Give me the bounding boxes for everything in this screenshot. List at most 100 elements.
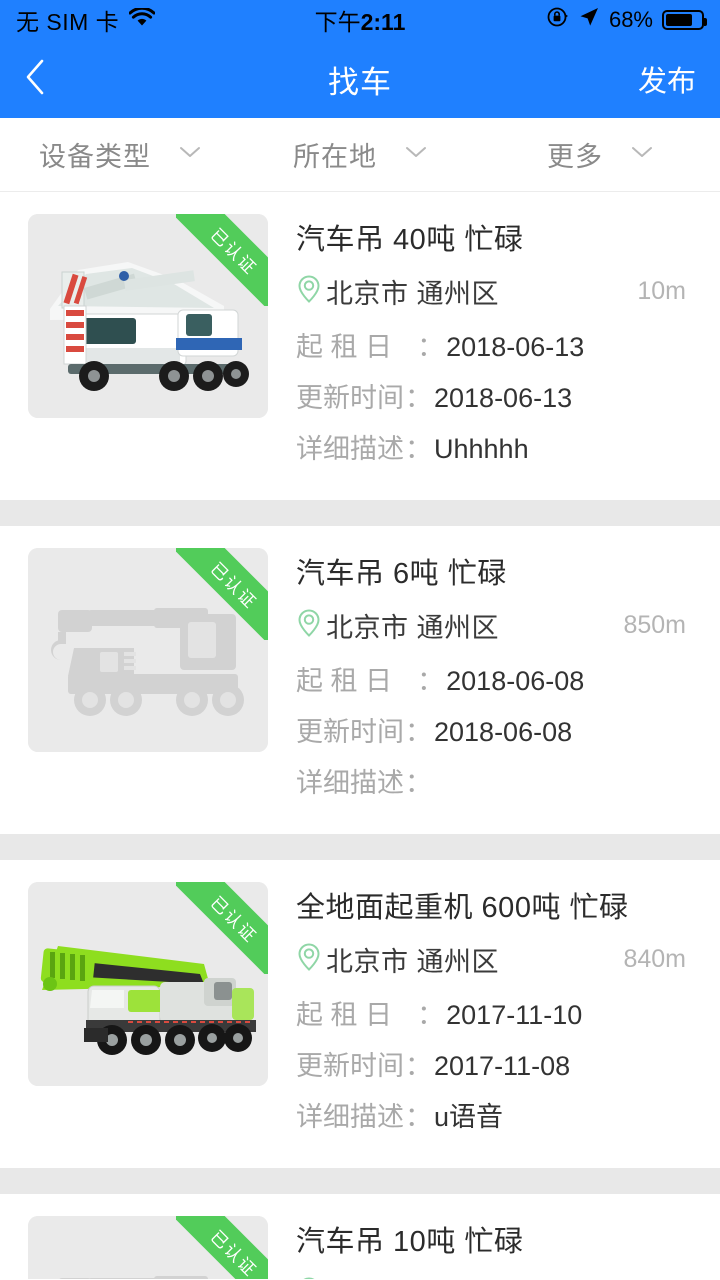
update-time-colon: ： bbox=[405, 717, 432, 747]
rent-date-row: 起 租 日 ： 2017-11-10 bbox=[296, 993, 696, 1032]
rent-date-value: 2017-11-10 bbox=[446, 1000, 583, 1030]
status-bar-right: 68% bbox=[547, 6, 707, 34]
listing-info: 汽车吊 40吨 忙碌 北京市 通州区 10m 起 租 日 ： 2018-06-1… bbox=[296, 214, 696, 478]
listing-location-line: 北京市 通州区 850m bbox=[296, 606, 696, 645]
chevron-left-icon bbox=[24, 57, 46, 102]
rent-date-colon: ： bbox=[417, 332, 445, 362]
clock-ampm: 下午 bbox=[314, 9, 361, 35]
list-separator bbox=[0, 834, 720, 860]
listing-thumbnail[interactable]: 已认证 bbox=[28, 1216, 268, 1279]
crane-photo-green bbox=[28, 882, 268, 1086]
listing-location-line: 北京市 通州区 10m bbox=[296, 272, 696, 311]
listing-thumbnail[interactable]: 已认证 bbox=[28, 214, 268, 478]
rent-date-colon: ： bbox=[417, 1000, 445, 1030]
listing-distance: 840m bbox=[623, 945, 686, 973]
update-time-label: 更新时间 bbox=[296, 1051, 404, 1081]
status-bar: 无 SIM 卡 下午2:11 68% bbox=[0, 0, 720, 40]
battery-icon bbox=[662, 10, 707, 30]
chevron-down-icon bbox=[179, 145, 201, 164]
description-colon: ： bbox=[405, 434, 432, 464]
chevron-down-icon bbox=[631, 145, 653, 164]
filter-location[interactable]: 所在地 bbox=[240, 135, 480, 174]
location-pin-icon bbox=[296, 608, 322, 643]
rent-date-row: 起 租 日 ： 2018-06-13 bbox=[296, 325, 696, 364]
publish-button[interactable]: 发布 bbox=[638, 58, 696, 100]
update-time-value: 2017-11-08 bbox=[434, 1051, 571, 1081]
description-value: Uhhhhh bbox=[434, 434, 529, 464]
listing-title: 汽车吊 10吨 忙碌 bbox=[296, 1226, 524, 1258]
list-item[interactable]: 已认证 全地面起重机 600吨 忙碌 北京市 通州区 840m 起 租 日 ： … bbox=[0, 860, 720, 1168]
rotation-lock-icon bbox=[547, 6, 569, 34]
update-time-row: 更新时间 ： 2018-06-08 bbox=[296, 710, 696, 749]
app-screen: 无 SIM 卡 下午2:11 68% 找车 发布 设备类型 所在地 更多 已认证… bbox=[0, 0, 720, 1280]
update-time-colon: ： bbox=[405, 383, 432, 413]
rent-date-label: 起 租 日 bbox=[296, 332, 393, 362]
rent-date-label: 起 租 日 bbox=[296, 1000, 393, 1030]
list-separator bbox=[0, 1168, 720, 1194]
clock-time: 2:11 bbox=[360, 9, 406, 35]
filter-equipment-type-label: 设备类型 bbox=[39, 142, 151, 172]
listing-info: 汽车吊 10吨 忙碌 北京市 通州区 bbox=[296, 1216, 696, 1279]
update-time-label: 更新时间 bbox=[296, 717, 404, 747]
listing-info: 全地面起重机 600吨 忙碌 北京市 通州区 840m 起 租 日 ： 2017… bbox=[296, 882, 696, 1146]
description-row: 详细描述 ： u语音 bbox=[296, 1095, 696, 1134]
nav-bar: 找车 发布 bbox=[0, 40, 720, 118]
location-pin-icon bbox=[296, 274, 322, 309]
location-pin-icon bbox=[296, 942, 322, 977]
battery-percent-label: 68% bbox=[608, 7, 653, 32]
description-label: 详细描述 bbox=[296, 434, 404, 464]
listing-location: 北京市 通州区 bbox=[326, 279, 500, 309]
description-value: u语音 bbox=[434, 1102, 504, 1132]
crane-placeholder-gray bbox=[28, 1216, 268, 1279]
update-time-row: 更新时间 ： 2018-06-13 bbox=[296, 376, 696, 415]
listing-list[interactable]: 已认证 汽车吊 40吨 忙碌 北京市 通州区 10m 起 租 日 ： 2018-… bbox=[0, 192, 720, 1279]
listing-location: 北京市 通州区 bbox=[326, 613, 500, 643]
chevron-down-icon bbox=[405, 145, 427, 164]
filter-more[interactable]: 更多 bbox=[480, 135, 720, 174]
carrier-label: 无 SIM 卡 bbox=[16, 9, 120, 35]
listing-location: 北京市 通州区 bbox=[326, 947, 500, 977]
description-label: 详细描述 bbox=[296, 1102, 404, 1132]
rent-date-colon: ： bbox=[417, 666, 445, 696]
listing-title: 汽车吊 40吨 忙碌 bbox=[296, 224, 524, 256]
update-time-row: 更新时间 ： 2017-11-08 bbox=[296, 1044, 696, 1083]
rent-date-row: 起 租 日 ： 2018-06-08 bbox=[296, 659, 696, 698]
status-bar-left: 无 SIM 卡 bbox=[16, 3, 156, 37]
update-time-value: 2018-06-13 bbox=[434, 383, 573, 413]
wifi-icon bbox=[128, 6, 156, 34]
listing-location: 北京市 通州区 bbox=[326, 1274, 499, 1279]
update-time-label: 更新时间 bbox=[296, 383, 404, 413]
listing-title: 全地面起重机 600吨 忙碌 bbox=[296, 892, 629, 924]
filter-location-label: 所在地 bbox=[293, 142, 377, 172]
listing-info: 汽车吊 6吨 忙碌 北京市 通州区 850m 起 租 日 ： 2018-06-0… bbox=[296, 548, 696, 812]
filter-equipment-type[interactable]: 设备类型 bbox=[0, 135, 240, 174]
rent-date-value: 2018-06-08 bbox=[446, 666, 585, 696]
listing-location-line: 北京市 通州区 840m bbox=[296, 940, 696, 979]
crane-photo-white bbox=[28, 214, 268, 418]
back-button[interactable] bbox=[24, 56, 64, 102]
description-row: 详细描述 ： Uhhhhh bbox=[296, 427, 696, 466]
listing-thumbnail[interactable]: 已认证 bbox=[28, 882, 268, 1146]
update-time-value: 2018-06-08 bbox=[434, 717, 573, 747]
list-item[interactable]: 已认证 汽车吊 40吨 忙碌 北京市 通州区 10m 起 租 日 ： 2018-… bbox=[0, 192, 720, 500]
listing-location-line: 北京市 通州区 bbox=[296, 1274, 696, 1279]
list-item[interactable]: 已认证 汽车吊 6吨 忙碌 北京市 通州区 850m 起 租 日 ： 2018-… bbox=[0, 526, 720, 834]
description-colon: ： bbox=[405, 1102, 432, 1132]
rent-date-value: 2018-06-13 bbox=[446, 332, 585, 362]
page-title: 找车 bbox=[328, 64, 392, 100]
location-pin-icon bbox=[296, 1276, 322, 1279]
description-row: 详细描述 ： bbox=[296, 761, 696, 800]
description-label: 详细描述 bbox=[296, 768, 404, 798]
rent-date-label: 起 租 日 bbox=[296, 666, 393, 696]
listing-title: 汽车吊 6吨 忙碌 bbox=[296, 558, 507, 590]
filter-more-label: 更多 bbox=[547, 142, 603, 172]
description-colon: ： bbox=[405, 768, 432, 798]
location-arrow-icon bbox=[578, 6, 600, 34]
update-time-colon: ： bbox=[405, 1051, 432, 1081]
crane-placeholder-gray bbox=[28, 548, 268, 752]
listing-distance: 10m bbox=[637, 277, 686, 305]
listing-distance: 850m bbox=[623, 611, 686, 639]
list-item[interactable]: 已认证 汽车吊 10吨 忙碌 北京市 通州区 bbox=[0, 1194, 720, 1279]
listing-thumbnail[interactable]: 已认证 bbox=[28, 548, 268, 812]
list-separator bbox=[0, 500, 720, 526]
